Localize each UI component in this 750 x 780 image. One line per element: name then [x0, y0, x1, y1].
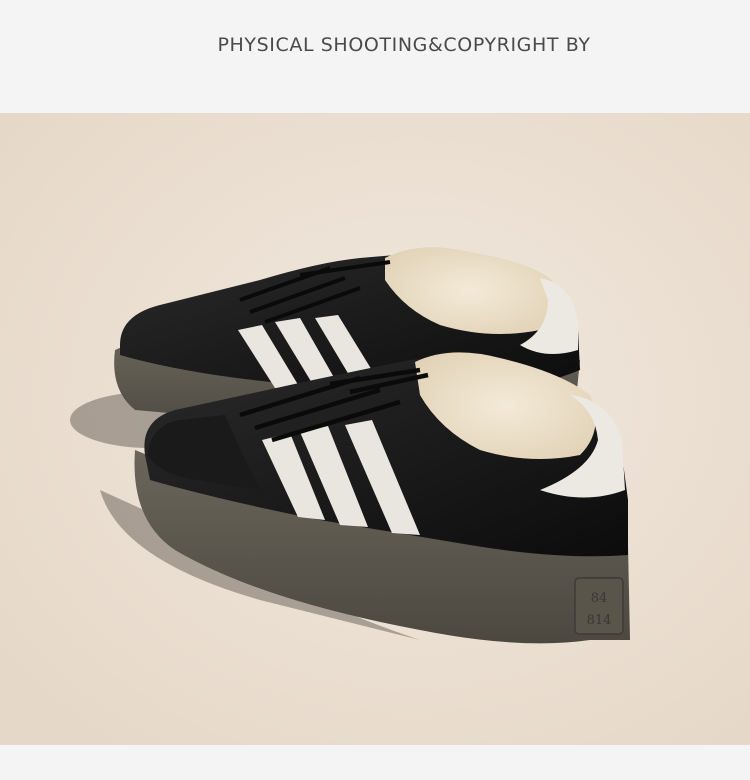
heel-tab-text-1: 84 — [591, 591, 608, 606]
footer-strip — [0, 745, 750, 780]
product-photo: 84 814 — [0, 113, 750, 745]
page-title: PHYSICAL SHOOTING&COPYRIGHT BY — [217, 34, 591, 56]
sneakers-illustration: 84 814 — [0, 113, 750, 745]
header-banner: PHYSICAL SHOOTING&COPYRIGHT BY — [0, 0, 750, 113]
heel-tab-text-2: 814 — [587, 613, 612, 628]
